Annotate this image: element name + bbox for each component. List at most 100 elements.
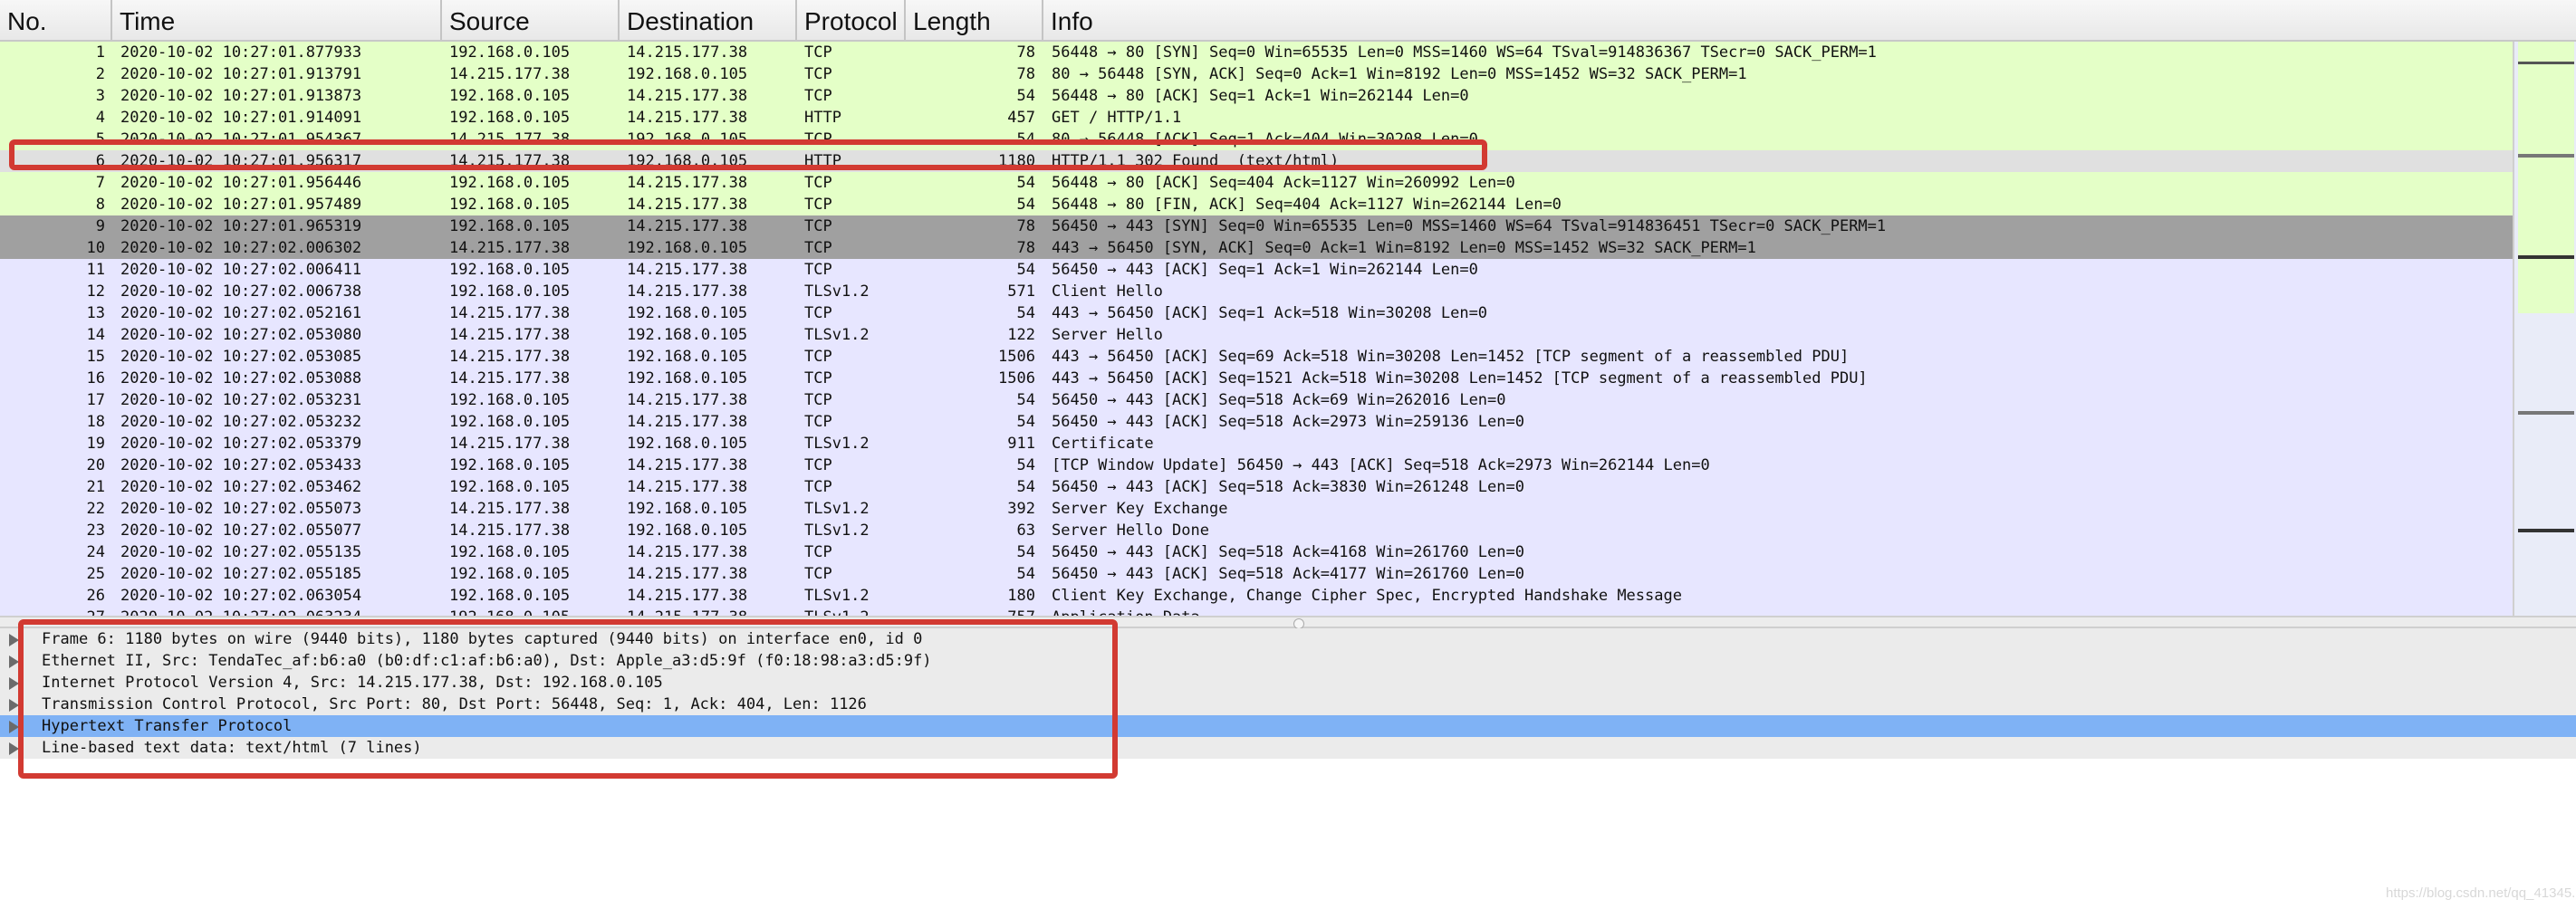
packet-row[interactable]: 9 2020-10-02 10:27:01.965319 192.168.0.105…: [0, 215, 2513, 237]
packet-time: 2020-10-02 10:27:02.053379: [120, 435, 362, 453]
expand-triangle-icon[interactable]: [9, 721, 19, 733]
packet-row[interactable]: 22 2020-10-02 10:27:02.055073 14.215.177.3…: [0, 498, 2513, 520]
expand-triangle-icon[interactable]: [9, 634, 19, 646]
packet-protocol: TCP: [804, 456, 832, 474]
packet-row[interactable]: 18 2020-10-02 10:27:02.053232 192.168.0.10…: [0, 411, 2513, 433]
packet-info: 56450 → 443 [ACK] Seq=518 Ack=4168 Win=2…: [1052, 543, 1524, 561]
detail-row[interactable]: Transmission Control Protocol, Src Port:…: [0, 694, 2576, 715]
packet-row[interactable]: 21 2020-10-02 10:27:02.053462 192.168.0.10…: [0, 476, 2513, 498]
expand-triangle-icon[interactable]: [9, 655, 19, 668]
column-header-source[interactable]: Source: [442, 0, 620, 40]
packet-row[interactable]: 7 2020-10-02 10:27:01.956446 192.168.0.105…: [0, 172, 2513, 194]
detail-row[interactable]: Internet Protocol Version 4, Src: 14.215…: [0, 672, 2576, 694]
packet-destination: 192.168.0.105: [627, 152, 748, 170]
packet-row[interactable]: 27 2020-10-02 10:27:02.063234 192.168.0.10…: [0, 607, 2513, 616]
packet-row[interactable]: 8 2020-10-02 10:27:01.957489 192.168.0.105…: [0, 194, 2513, 215]
packet-source: 192.168.0.105: [449, 478, 571, 496]
packet-no: 13: [86, 304, 105, 322]
packet-time: 2020-10-02 10:27:01.956446: [120, 174, 362, 192]
expand-triangle-icon[interactable]: [9, 699, 19, 712]
packet-protocol: TCP: [804, 369, 832, 388]
packet-source: 192.168.0.105: [449, 87, 571, 105]
packet-row[interactable]: 25 2020-10-02 10:27:02.055185 192.168.0.10…: [0, 563, 2513, 585]
packet-row[interactable]: 16 2020-10-02 10:27:02.053088 14.215.177.3…: [0, 368, 2513, 389]
packet-source: 192.168.0.105: [449, 543, 571, 561]
packet-length: 54: [1016, 391, 1035, 409]
packet-row[interactable]: 5 2020-10-02 10:27:01.954367 14.215.177.38…: [0, 129, 2513, 150]
column-header-protocol[interactable]: Protocol: [797, 0, 906, 40]
packet-length: 78: [1016, 217, 1035, 235]
packet-list[interactable]: 1 2020-10-02 10:27:01.877933 192.168.0.105…: [0, 42, 2513, 616]
pane-splitter[interactable]: [0, 616, 2576, 629]
packet-time: 2020-10-02 10:27:01.965319: [120, 217, 362, 235]
packet-source: 192.168.0.105: [449, 217, 571, 235]
packet-minimap[interactable]: [2513, 42, 2576, 616]
minimap-marker: [2518, 42, 2574, 313]
packet-row[interactable]: 13 2020-10-02 10:27:02.052161 14.215.177.3…: [0, 302, 2513, 324]
packet-time: 2020-10-02 10:27:02.053085: [120, 348, 362, 366]
packet-no: 11: [86, 261, 105, 279]
packet-time: 2020-10-02 10:27:02.053231: [120, 391, 362, 409]
packet-row[interactable]: 2 2020-10-02 10:27:01.913791 14.215.177.38…: [0, 63, 2513, 85]
packet-info: GET / HTTP/1.1: [1052, 109, 1182, 127]
packet-length: 180: [1007, 587, 1035, 605]
detail-text: Ethernet II, Src: TendaTec_af:b6:a0 (b0:…: [42, 652, 932, 670]
packet-time: 2020-10-02 10:27:01.957489: [120, 196, 362, 214]
packet-length: 1506: [998, 369, 1035, 388]
packet-row[interactable]: 6 2020-10-02 10:27:01.956317 14.215.177.38…: [0, 150, 2513, 172]
packet-length: 54: [1016, 413, 1035, 431]
packet-source: 192.168.0.105: [449, 43, 571, 62]
packet-length: 392: [1007, 500, 1035, 518]
packet-time: 2020-10-02 10:27:01.877933: [120, 43, 362, 62]
packet-source: 14.215.177.38: [449, 435, 571, 453]
column-header-length[interactable]: Length: [906, 0, 1043, 40]
minimap-marker: [2518, 411, 2574, 415]
packet-destination: 14.215.177.38: [627, 456, 748, 474]
packet-row[interactable]: 17 2020-10-02 10:27:02.053231 192.168.0.10…: [0, 389, 2513, 411]
packet-row[interactable]: 26 2020-10-02 10:27:02.063054 192.168.0.10…: [0, 585, 2513, 607]
packet-length: 457: [1007, 109, 1035, 127]
packet-time: 2020-10-02 10:27:01.913791: [120, 65, 362, 83]
packet-row[interactable]: 4 2020-10-02 10:27:01.914091 192.168.0.105…: [0, 107, 2513, 129]
packet-no: 14: [86, 326, 105, 344]
packet-row[interactable]: 19 2020-10-02 10:27:02.053379 14.215.177.3…: [0, 433, 2513, 454]
packet-time: 2020-10-02 10:27:02.063054: [120, 587, 362, 605]
packet-source: 14.215.177.38: [449, 348, 571, 366]
packet-info: Client Key Exchange, Change Cipher Spec,…: [1052, 587, 1682, 605]
packet-length: 54: [1016, 196, 1035, 214]
detail-text: Internet Protocol Version 4, Src: 14.215…: [42, 674, 663, 692]
packet-source: 14.215.177.38: [449, 130, 571, 148]
packet-row[interactable]: 11 2020-10-02 10:27:02.006411 192.168.0.10…: [0, 259, 2513, 281]
expand-triangle-icon[interactable]: [9, 742, 19, 755]
packet-no: 27: [27, 607, 105, 616]
detail-row[interactable]: Frame 6: 1180 bytes on wire (9440 bits),…: [0, 628, 2576, 650]
column-header-destination[interactable]: Destination: [620, 0, 797, 40]
packet-no: 9: [95, 217, 105, 235]
packet-protocol: TCP: [804, 543, 832, 561]
column-header-info[interactable]: Info: [1043, 0, 2576, 40]
detail-row[interactable]: Ethernet II, Src: TendaTec_af:b6:a0 (b0:…: [0, 650, 2576, 672]
packet-row[interactable]: 15 2020-10-02 10:27:02.053085 14.215.177.3…: [0, 346, 2513, 368]
packet-row[interactable]: 14 2020-10-02 10:27:02.053080 14.215.177.3…: [0, 324, 2513, 346]
packet-row[interactable]: 23 2020-10-02 10:27:02.055077 14.215.177.3…: [0, 520, 2513, 541]
packet-row[interactable]: 1 2020-10-02 10:27:01.877933 192.168.0.105…: [0, 42, 2513, 63]
column-header-time[interactable]: Time: [112, 0, 442, 40]
packet-no: 16: [86, 369, 105, 388]
packet-protocol: TLSv1.2: [804, 282, 870, 301]
packet-protocol: TCP: [804, 391, 832, 409]
expand-triangle-icon[interactable]: [9, 677, 19, 690]
packet-row[interactable]: 12 2020-10-02 10:27:02.006738 192.168.0.10…: [0, 281, 2513, 302]
packet-info: 56448 → 80 [FIN, ACK] Seq=404 Ack=1127 W…: [1052, 196, 1562, 214]
packet-length: 63: [1016, 521, 1035, 540]
packet-row[interactable]: 24 2020-10-02 10:27:02.055135 192.168.0.10…: [0, 541, 2513, 563]
column-header-no[interactable]: No.: [0, 0, 112, 40]
detail-row[interactable]: Hypertext Transfer Protocol: [0, 715, 2576, 737]
packet-row[interactable]: 10 2020-10-02 10:27:02.006302 14.215.177.3…: [0, 237, 2513, 259]
packet-row[interactable]: 20 2020-10-02 10:27:02.053433 192.168.0.10…: [0, 454, 2513, 476]
packet-no: 26: [86, 587, 105, 605]
packet-row[interactable]: 3 2020-10-02 10:27:01.913873 192.168.0.105…: [0, 85, 2513, 107]
minimap-marker: [2518, 62, 2574, 64]
detail-row[interactable]: Line-based text data: text/html (7 lines…: [0, 737, 2576, 759]
packet-protocol: TCP: [804, 130, 832, 148]
packet-details-pane[interactable]: Frame 6: 1180 bytes on wire (9440 bits),…: [0, 628, 2576, 764]
